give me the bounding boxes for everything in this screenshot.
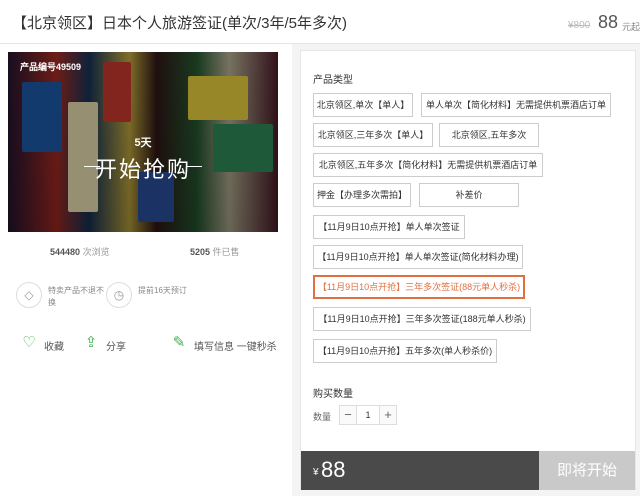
no-refund-text: 特卖产品不退不换 — [48, 286, 104, 307]
heart-icon: ♡ — [22, 334, 36, 351]
favorite-label: 收藏 — [44, 342, 64, 353]
total-price: ¥ 88 — [301, 451, 539, 490]
option-nov9-single-simplified[interactable]: 【11月9日10点开抢】单人单次签证(简化材料办理) — [313, 245, 523, 269]
option-nov9-3yr-88[interactable]: 【11月9日10点开抢】三年多次签证(88元单人秒杀) — [313, 275, 525, 299]
product-image[interactable]: 产品编号49509 5天 开始抢购 — [8, 52, 278, 232]
view-count: 544480 次浏览 — [50, 245, 110, 258]
sold-count-value: 5205 — [190, 247, 211, 257]
original-price: ¥800 — [568, 20, 591, 31]
view-count-value: 544480 — [50, 247, 81, 257]
total-currency: ¥ — [313, 467, 319, 478]
edit-icon: ✎ — [172, 334, 186, 351]
buy-bar: ¥ 88 即将开始 — [301, 451, 635, 490]
view-count-label: 次浏览 — [82, 247, 110, 257]
quantity-value[interactable]: 1 — [357, 405, 379, 425]
option-beijing-3yr-single[interactable]: 北京领区,三年多次【单人】 — [313, 123, 433, 147]
total-amount: 88 — [321, 457, 346, 482]
clock-icon: ◷ — [106, 282, 132, 308]
purchase-panel: 产品类型 北京领区,单次【单人】 单人单次【简化材料】无需提供机票酒店订单 北京… — [300, 50, 636, 490]
header-bar: 【北京领区】日本个人旅游签证(单次/3年/5年多次) ¥800 88 元起 — [0, 0, 640, 44]
tag-icon: ◇ — [16, 282, 42, 308]
product-code: 产品编号49509 — [20, 62, 82, 72]
cta-dash-right — [186, 166, 202, 167]
price-unit: 元起 — [622, 22, 640, 32]
sold-count-label: 件已售 — [212, 247, 240, 257]
advance-booking-text: 提前16天预订 — [138, 286, 187, 295]
share-icon: ⇪ — [84, 334, 98, 351]
option-beijing-single[interactable]: 北京领区,单次【单人】 — [313, 93, 413, 117]
option-price-difference[interactable]: 补差价 — [419, 183, 519, 207]
option-beijing-5yr-simplified[interactable]: 北京领区,五年多次【简化材料】无需提供机票酒店订单 — [313, 153, 543, 177]
current-price: 88 — [598, 12, 619, 32]
coming-soon-button[interactable]: 即将开始 — [539, 451, 635, 490]
quantity-stepper: − 1 + — [339, 405, 397, 425]
option-single-simplified[interactable]: 单人单次【简化材料】无需提供机票酒店订单 — [421, 93, 611, 117]
option-beijing-5yr[interactable]: 北京领区,五年多次 — [439, 123, 539, 147]
quantity-label: 数量 — [313, 412, 332, 422]
start-buying-label: 开始抢购 — [94, 157, 191, 182]
countdown-days: 5天 — [134, 137, 152, 149]
option-nov9-3yr-188[interactable]: 【11月9日10点开抢】三年多次签证(188元单人秒杀) — [313, 307, 531, 331]
option-nov9-5yr[interactable]: 【11月9日10点开抢】五年多次(单人秒杀价) — [313, 339, 497, 363]
page-title: 【北京领区】日本个人旅游签证(单次/3年/5年多次) — [12, 15, 348, 32]
product-type-label: 产品类型 — [313, 75, 353, 86]
quantity-plus-button[interactable]: + — [379, 405, 397, 425]
option-deposit[interactable]: 押金【办理多次需拍】 — [313, 183, 411, 207]
share-label: 分享 — [106, 342, 126, 353]
quantity-minus-button[interactable]: − — [339, 405, 357, 425]
quantity-section-label: 购买数量 — [313, 389, 353, 400]
fill-info-label: 填写信息 一键秒杀 — [194, 342, 277, 353]
sold-count: 5205 件已售 — [190, 245, 240, 258]
option-nov9-single[interactable]: 【11月9日10点开抢】单人单次签证 — [313, 215, 465, 239]
product-summary: 产品编号49509 5天 开始抢购 544480 次浏览 5205 件已售 ◇ … — [0, 44, 292, 496]
